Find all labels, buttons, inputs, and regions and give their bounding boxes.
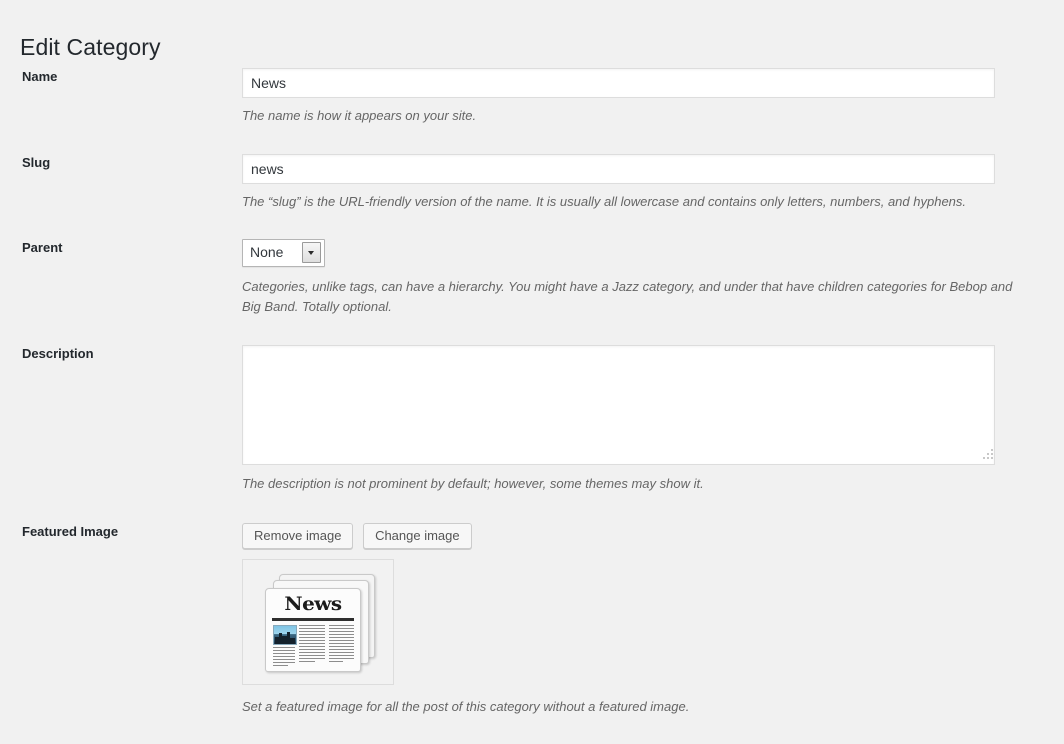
featured-image-field-container: Remove image Change image News Set a fea… — [242, 523, 1064, 717]
newspaper-text-column-c — [329, 625, 354, 664]
remove-image-button[interactable]: Remove image — [242, 523, 354, 549]
newspaper-text-column-b — [299, 625, 325, 664]
name-input[interactable] — [242, 68, 995, 98]
featured-image-description: Set a featured image for all the post of… — [242, 699, 690, 714]
slug-field-container: The “slug” is the URL-friendly version o… — [242, 154, 1064, 212]
newspaper-stack-icon: News — [251, 566, 387, 678]
newspaper-photo — [273, 625, 297, 645]
newspaper-masthead: News — [284, 593, 342, 615]
description-textarea[interactable] — [242, 345, 995, 465]
featured-image-thumbnail[interactable]: News — [242, 559, 394, 685]
category-form: Name The name is how it appears on your … — [0, 68, 1064, 717]
form-row-featured-image: Featured Image Remove image Change image… — [0, 523, 1064, 717]
newspaper-rule — [272, 618, 354, 621]
form-row-slug: Slug The “slug” is the URL-friendly vers… — [0, 154, 1064, 239]
slug-description: The “slug” is the URL-friendly version o… — [242, 194, 967, 209]
change-image-button[interactable]: Change image — [363, 523, 472, 549]
parent-label: Parent — [22, 240, 63, 255]
edit-category-page: { "page": { "title": "Edit Category" }, … — [0, 0, 1064, 744]
featured-image-label: Featured Image — [22, 524, 119, 539]
name-label: Name — [22, 69, 58, 84]
slug-input[interactable] — [242, 154, 995, 184]
description-textarea-wrap — [242, 345, 997, 465]
description-label: Description — [22, 346, 94, 361]
resize-handle-icon[interactable] — [981, 449, 993, 461]
slug-label: Slug — [22, 155, 51, 170]
parent-select-value: None — [250, 244, 284, 260]
parent-select[interactable]: None — [242, 239, 325, 267]
description-field-container: The description is not prominent by defa… — [242, 345, 1064, 494]
name-description: The name is how it appears on your site. — [242, 108, 477, 123]
newspaper-front-sheet: News — [265, 588, 361, 672]
chevron-down-icon[interactable] — [302, 242, 321, 263]
newspaper-text-column-a — [273, 647, 295, 668]
description-help: The description is not prominent by defa… — [242, 476, 704, 491]
page-title: Edit Category — [20, 34, 161, 61]
form-row-description: Description The description is not promi… — [0, 345, 1064, 523]
name-field-container: The name is how it appears on your site. — [242, 68, 1064, 126]
form-row-name: Name The name is how it appears on your … — [0, 68, 1064, 154]
parent-field-container: None Categories, unlike tags, can have a… — [242, 239, 1064, 317]
parent-description: Categories, unlike tags, can have a hier… — [242, 279, 1013, 314]
form-row-parent: Parent None Categories, unlike tags, can… — [0, 239, 1064, 345]
